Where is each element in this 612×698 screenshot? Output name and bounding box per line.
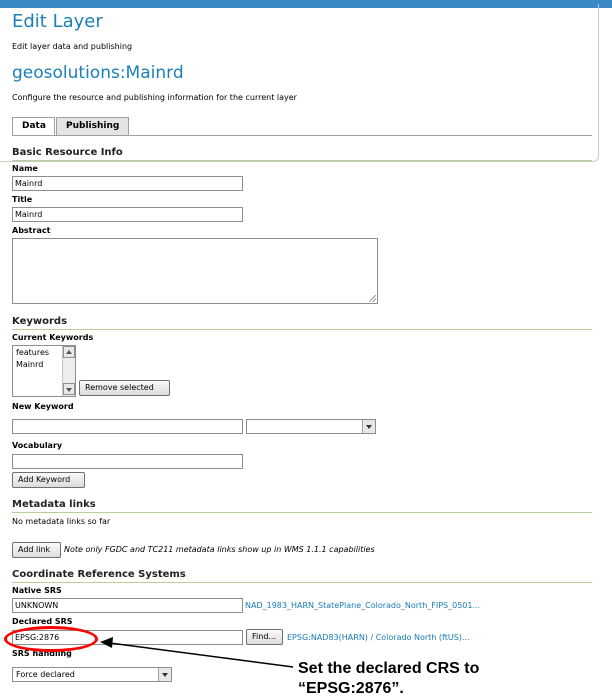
basic-info-heading: Basic Resource Info: [12, 147, 123, 158]
resize-grip-icon[interactable]: [369, 295, 376, 302]
tab-data[interactable]: Data: [12, 117, 55, 136]
title-label: Title: [12, 195, 33, 204]
declared-srs-label: Declared SRS: [12, 617, 73, 626]
section-rule: [12, 160, 592, 161]
metadata-heading: Metadata links: [12, 499, 96, 510]
srs-handling-value: Force declared: [16, 670, 75, 679]
chevron-down-icon: [362, 420, 375, 433]
layer-description: Configure the resource and publishing in…: [12, 93, 297, 102]
page-title: Edit Layer: [12, 11, 103, 32]
tab-publishing[interactable]: Publishing: [56, 117, 129, 135]
add-link-button[interactable]: Add link: [12, 542, 61, 558]
native-srs-label: Native SRS: [12, 586, 62, 595]
native-srs-link[interactable]: NAD_1983_HARN_StatePlane_Colorado_North_…: [245, 601, 480, 610]
add-keyword-button[interactable]: Add Keyword: [12, 472, 85, 488]
page-subtitle: Edit layer data and publishing: [12, 42, 133, 51]
highlight-ellipse: [4, 626, 98, 652]
keyword-language-select[interactable]: [246, 419, 376, 434]
new-keyword-input[interactable]: [12, 419, 243, 434]
vocabulary-input[interactable]: [12, 454, 243, 469]
section-rule: [12, 329, 592, 330]
metadata-empty-text: No metadata links so far: [12, 517, 111, 526]
srs-handling-select[interactable]: Force declared: [12, 667, 172, 682]
chevron-down-icon: [158, 668, 171, 681]
find-srs-button[interactable]: Find...: [246, 629, 283, 645]
scroll-up-icon[interactable]: [63, 346, 75, 358]
list-item[interactable]: Mainrd: [16, 360, 43, 369]
scroll-down-icon[interactable]: [63, 383, 75, 395]
declared-srs-link[interactable]: EPSG:NAD83(HARN) / Colorado North (ftUS)…: [287, 633, 470, 642]
keywords-heading: Keywords: [12, 316, 68, 327]
abstract-label: Abstract: [12, 226, 51, 235]
current-keywords-list[interactable]: features Mainrd: [12, 345, 76, 397]
remove-selected-button[interactable]: Remove selected: [79, 380, 170, 396]
top-accent-bar: [0, 0, 612, 8]
callout-arrow-icon: [100, 637, 294, 668]
list-scrollbar[interactable]: [62, 346, 75, 396]
annotation-line-2: “EPSG:2876”.: [298, 680, 404, 697]
metadata-note: Note only FGDC and TC211 metadata links …: [64, 545, 375, 554]
crs-heading: Coordinate Reference Systems: [12, 569, 186, 580]
annotation-callout: Set the declared CRS to “EPSG:2876”.: [298, 659, 479, 698]
name-label: Name: [12, 164, 38, 173]
section-rule: [12, 512, 592, 513]
native-srs-input[interactable]: UNKNOWN: [12, 598, 243, 613]
tab-divider: [12, 135, 592, 136]
current-keywords-label: Current Keywords: [12, 333, 94, 342]
name-input[interactable]: Mainrd: [12, 176, 243, 191]
section-rule: [12, 582, 592, 583]
abstract-textarea[interactable]: [12, 238, 378, 304]
list-item[interactable]: features: [16, 348, 49, 357]
layer-name: geosolutions:Mainrd: [12, 63, 184, 83]
annotation-line-1: Set the declared CRS to: [298, 660, 480, 677]
vocabulary-label: Vocabulary: [12, 441, 63, 450]
title-input[interactable]: Mainrd: [12, 207, 243, 222]
new-keyword-label: New Keyword: [12, 402, 74, 411]
